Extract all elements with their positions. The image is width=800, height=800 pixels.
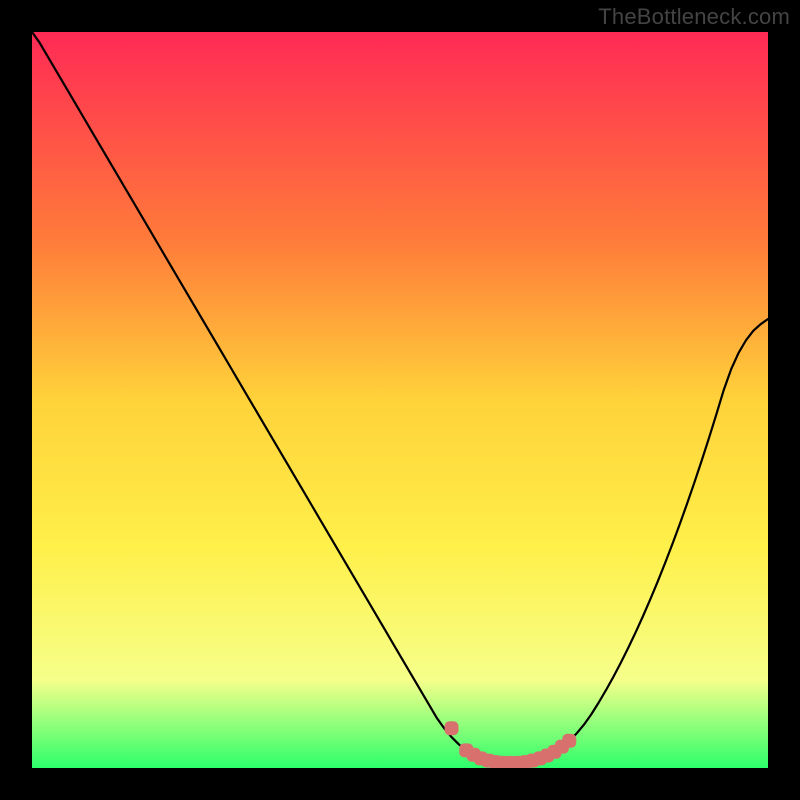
optimal-marker xyxy=(562,734,576,748)
optimal-marker xyxy=(445,721,459,735)
chart-frame: TheBottleneck.com xyxy=(0,0,800,800)
bottleneck-chart xyxy=(32,32,768,768)
gradient-background xyxy=(32,32,768,768)
plot-area xyxy=(32,32,768,768)
watermark-text: TheBottleneck.com xyxy=(598,4,790,30)
